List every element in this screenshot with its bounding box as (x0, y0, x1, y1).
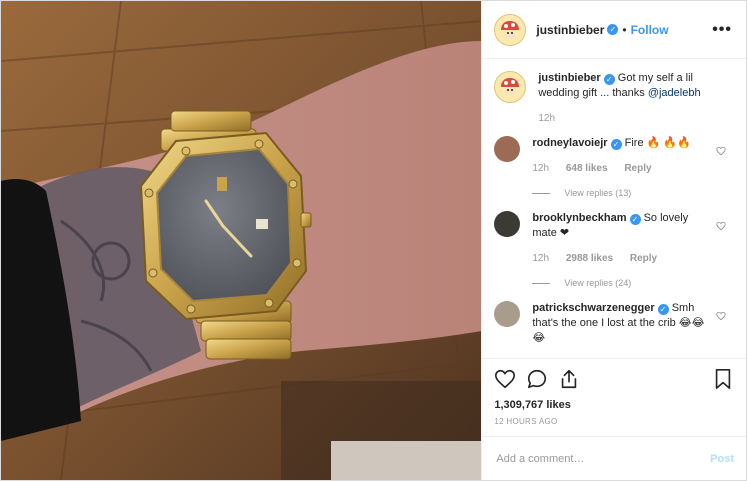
caption: justinbieber ✓ Got my self a lil wedding … (494, 71, 734, 126)
caption-body: justinbieber ✓ Got my self a lil wedding … (538, 71, 718, 126)
post-photo[interactable] (1, 1, 482, 480)
view-replies-label: View replies (24) (564, 278, 632, 288)
comment-time[interactable]: 12h (532, 163, 549, 174)
heart-icon[interactable] (494, 368, 516, 390)
comment-username[interactable]: patrickschwarzenegger (532, 302, 654, 314)
comment-item: rodneylavoiejr ✓ Fire 🔥 🔥🔥 12h 648 likes … (494, 136, 734, 201)
post-actions: 1,309,767 likes 12 HOURS AGO (482, 358, 746, 436)
header-username[interactable]: justinbieber (536, 23, 604, 37)
post-comment-button[interactable]: Post (710, 453, 734, 465)
caption-username[interactable]: justinbieber (538, 72, 600, 84)
replies-divider (532, 283, 551, 284)
caption-time[interactable]: 12h (538, 113, 555, 124)
comment-body: rodneylavoiejr ✓ Fire 🔥 🔥🔥 12h 648 likes … (532, 136, 712, 201)
commenter-avatar[interactable] (494, 301, 521, 327)
watch-photo-illustration (1, 1, 482, 480)
comments-list[interactable]: justinbieber ✓ Got my self a lil wedding … (482, 59, 746, 358)
comment-composer: Post (482, 436, 746, 480)
comment-item: brooklynbeckham ✓ So lovely mate ❤ 12h 29… (494, 211, 734, 291)
comment-bubble-icon[interactable] (526, 368, 548, 390)
comment-body: brooklynbeckham ✓ So lovely mate ❤ 12h 29… (532, 211, 712, 291)
comment-username[interactable]: brooklynbeckham (532, 212, 626, 224)
verified-badge-icon: ✓ (657, 304, 669, 315)
post-timestamp[interactable]: 12 HOURS AGO (494, 417, 734, 436)
more-options-icon[interactable]: ••• (712, 21, 732, 39)
post-sidebar: justinbieber ✓ • Follow ••• justinbieber… (481, 1, 746, 480)
like-comment-heart-icon[interactable] (716, 146, 726, 156)
action-icons (494, 367, 734, 391)
reply-button[interactable]: Reply (630, 253, 657, 264)
post-header: justinbieber ✓ • Follow ••• (482, 1, 746, 59)
comment-time[interactable]: 12h (532, 253, 549, 264)
comment-likes[interactable]: 2988 likes (566, 253, 613, 264)
comment-input[interactable] (494, 451, 711, 466)
verified-badge-icon: ✓ (629, 214, 641, 225)
avatar[interactable] (494, 13, 527, 46)
caption-mention[interactable]: @jadelebh (648, 87, 701, 99)
header-separator: • (622, 22, 627, 37)
comment-text: Fire 🔥 🔥🔥 (624, 137, 691, 149)
comment-meta: 12h 648 likes Reply (532, 161, 712, 176)
view-replies-label: View replies (13) (564, 188, 632, 198)
bookmark-icon[interactable] (712, 368, 734, 390)
caption-avatar[interactable] (494, 71, 527, 103)
view-replies-button[interactable]: View replies (13) (532, 186, 712, 201)
likes-count[interactable]: 1,309,767 likes (494, 399, 734, 411)
comment-body: patrickschwarzenegger ✓ Smh that's the on… (532, 301, 712, 346)
comment-likes[interactable]: 648 likes (566, 163, 608, 174)
instagram-post: justinbieber ✓ • Follow ••• justinbieber… (0, 0, 747, 481)
commenter-avatar[interactable] (494, 211, 521, 237)
comment-item: patrickschwarzenegger ✓ Smh that's the on… (494, 301, 734, 346)
comment-meta: 12h 2988 likes Reply (532, 251, 712, 266)
comment-username[interactable]: rodneylavoiejr (532, 137, 607, 149)
mushroom-avatar-icon (501, 78, 520, 95)
verified-badge-icon: ✓ (610, 139, 622, 150)
follow-button[interactable]: Follow (631, 23, 669, 37)
mushroom-avatar-icon (501, 20, 520, 38)
like-comment-heart-icon[interactable] (716, 221, 726, 231)
share-icon[interactable] (558, 368, 580, 390)
view-replies-button[interactable]: View replies (24) (532, 276, 712, 291)
verified-badge-icon: ✓ (603, 74, 615, 85)
reply-button[interactable]: Reply (624, 163, 651, 174)
verified-badge-icon: ✓ (607, 24, 619, 35)
like-comment-heart-icon[interactable] (716, 311, 726, 321)
replies-divider (532, 193, 551, 194)
commenter-avatar[interactable] (494, 136, 521, 162)
caption-meta: 12h (538, 111, 718, 126)
